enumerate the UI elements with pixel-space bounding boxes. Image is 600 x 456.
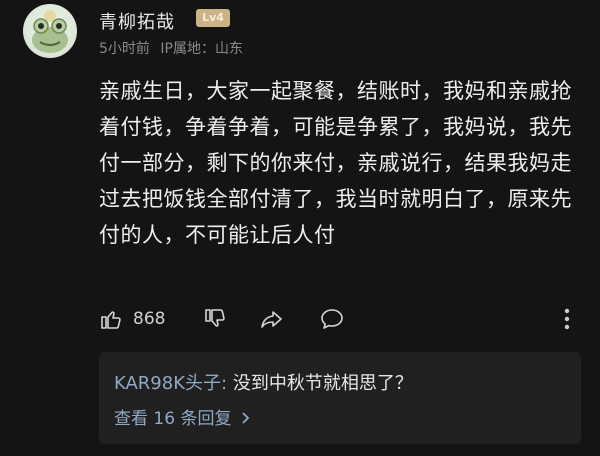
frog-avatar-icon (32, 10, 68, 53)
username[interactable]: 青柳拓哉 (99, 8, 175, 34)
comment-meta: 5小时前 IP属地：山东 (99, 38, 249, 58)
dislike-button[interactable] (203, 304, 227, 334)
thumbs-up-icon (101, 311, 121, 329)
comment-content: 亲戚生日，大家一起聚餐，结账时，我妈和亲戚抢着付钱，争着争着，可能是争累了，我妈… (99, 79, 572, 247)
view-replies-link[interactable]: 查看 16 条回复 (114, 404, 251, 429)
comment-button[interactable] (319, 304, 345, 334)
avatar[interactable] (23, 4, 77, 58)
reply-preview[interactable]: KAR98K头子: 没到中秋节就相思了？ 查看 16 条回复 (99, 352, 581, 444)
reply-line: KAR98K头子: 没到中秋节就相思了？ (114, 369, 413, 395)
view-replies-label: 查看 16 条回复 (114, 409, 232, 429)
thumbs-down-icon (205, 309, 225, 327)
like-count: 868 (133, 309, 166, 329)
like-button[interactable]: 868 (99, 304, 165, 334)
timestamp: 5小时前 (99, 41, 150, 57)
chevron-right-icon (242, 412, 250, 424)
more-button[interactable] (560, 306, 574, 336)
reply-username[interactable]: KAR98K头子: (114, 373, 227, 394)
comment-icon (321, 309, 343, 329)
reply-text: 没到中秋节就相思了？ (227, 373, 413, 394)
ip-location: IP属地：山东 (160, 41, 243, 57)
share-button[interactable] (259, 304, 285, 334)
more-icon (564, 308, 570, 330)
share-icon (261, 311, 282, 328)
action-bar: 868 (99, 304, 579, 338)
level-badge: Lv4 (196, 9, 230, 27)
